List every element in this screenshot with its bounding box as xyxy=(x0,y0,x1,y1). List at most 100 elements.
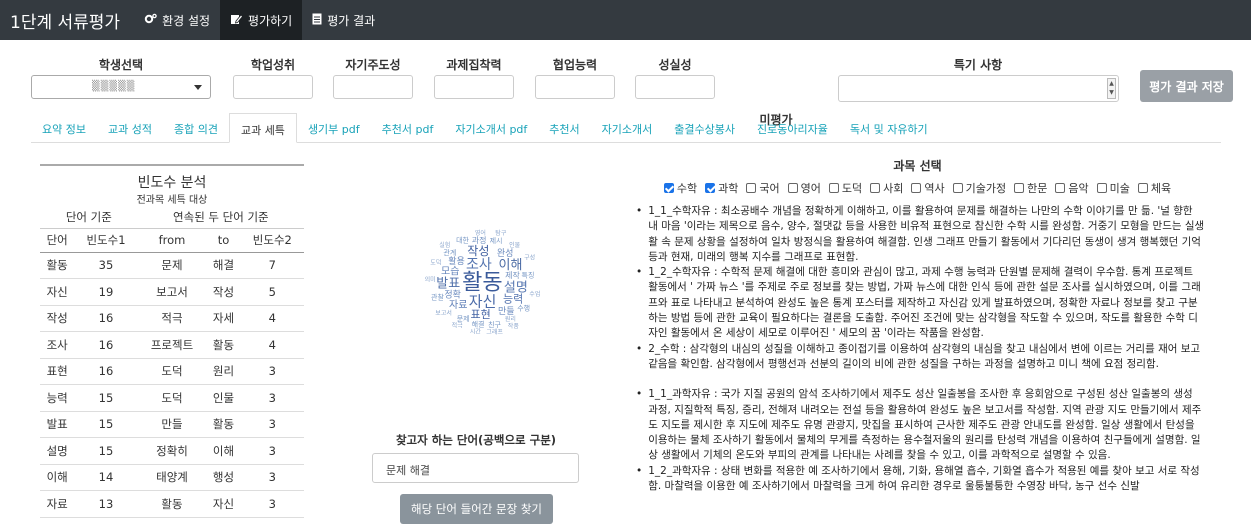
checkbox-icon[interactable] xyxy=(1096,183,1107,193)
bullet-icon: • xyxy=(636,464,643,477)
subject-checkbox[interactable]: 국어 xyxy=(746,180,780,196)
subject-checkbox[interactable]: 미술 xyxy=(1096,180,1130,196)
checkbox-icon[interactable] xyxy=(787,183,798,193)
checkbox-icon[interactable] xyxy=(1137,183,1148,193)
table-cell: 보고서 xyxy=(137,278,207,306)
checkbox-icon[interactable] xyxy=(828,183,839,193)
save-evaluation-button[interactable]: 평가 결과 저장 xyxy=(1140,70,1233,102)
frequency-title: 빈도수 분석 xyxy=(40,164,304,191)
gears-icon xyxy=(144,13,157,28)
tab-career-club[interactable]: 진로동아리자율 xyxy=(746,113,839,143)
nav-settings[interactable]: 환경 설정 xyxy=(134,0,220,40)
student-select[interactable]: ▒▒▒▒▒ xyxy=(31,75,211,99)
subject-checkbox[interactable]: 수학 xyxy=(663,180,698,196)
tab-record-pdf[interactable]: 생기부 pdf xyxy=(297,113,371,143)
nav-results[interactable]: 평가 결과 xyxy=(302,0,385,40)
cloud-word: 친구 xyxy=(488,320,501,329)
tab-reading[interactable]: 독서 및 자유하기 xyxy=(839,113,939,143)
special-notes-textarea[interactable]: ▲ ▼ xyxy=(838,75,1119,102)
table-row: 작성 16 적극 자세 4 xyxy=(40,305,304,332)
table-row: 활동 35 문제 해결 7 xyxy=(40,252,304,279)
table-cell: 작성 xyxy=(40,305,75,332)
app-title[interactable]: 1단계 서류평가 xyxy=(0,8,134,33)
self-directed-input[interactable] xyxy=(333,75,413,99)
list-item: • 1_2_수학자유 : 수학적 문제 해결에 대한 흥미와 관심이 많고, 과제… xyxy=(630,265,1205,341)
task-focus-input[interactable] xyxy=(434,75,514,99)
col-header: to xyxy=(206,228,241,253)
table-cell: 프로젝트 xyxy=(137,331,207,359)
table-cell: 작성 xyxy=(206,278,241,306)
tab-summary[interactable]: 요약 정보 xyxy=(31,113,97,143)
checkbox-icon[interactable] xyxy=(1014,183,1025,193)
checkbox-checked-icon[interactable] xyxy=(705,183,716,193)
checkbox-icon[interactable] xyxy=(746,183,757,193)
cloud-word: 보고서 xyxy=(435,309,452,317)
checkbox-icon[interactable] xyxy=(952,183,963,193)
subject-checkbox[interactable]: 체육 xyxy=(1137,180,1171,196)
tab-recommendation-pdf[interactable]: 추천서 pdf xyxy=(371,113,445,143)
cloud-word: 완성 xyxy=(497,248,514,259)
cloud-word: 조사 xyxy=(466,257,492,273)
table-cell: 3 xyxy=(240,437,304,465)
subject-checkbox[interactable]: 한문 xyxy=(1014,180,1047,196)
tab-attendance[interactable]: 출결수상봉사 xyxy=(663,113,746,143)
nav-evaluate[interactable]: 평가하기 xyxy=(220,0,303,40)
top-navbar: 1단계 서류평가 환경 설정 평가하기 평가 결과 xyxy=(0,0,1251,40)
subject-label: 역사 xyxy=(924,182,945,195)
chevron-down-icon xyxy=(194,85,202,90)
tab-grades[interactable]: 교과 성적 xyxy=(97,113,163,143)
detail-tabs: 요약 정보 교과 성적 종합 의견 교과 세특 생기부 pdf 추천서 pdf … xyxy=(31,113,1221,143)
table-cell: 도덕 xyxy=(137,358,207,385)
list-item: • 1_1_과학자유 : 국가 지질 공원의 암석 조사하기에서 제주도 성산 일… xyxy=(630,387,1205,463)
tab-recommendation[interactable]: 추천서 xyxy=(538,113,590,143)
sincerity-input[interactable] xyxy=(635,75,715,99)
subject-checkbox[interactable]: 사회 xyxy=(870,180,903,196)
tab-essay[interactable]: 자기소개서 xyxy=(591,113,664,143)
cloud-word: 시간 xyxy=(470,327,482,335)
table-cell: 활동 xyxy=(206,331,241,359)
word-search-input[interactable]: 문제 해결 xyxy=(372,453,579,483)
subject-label: 국어 xyxy=(759,182,780,195)
subject-checkbox[interactable]: 기술가정 xyxy=(952,180,1006,196)
cloud-word: 탐구 xyxy=(495,229,507,237)
checkbox-icon[interactable] xyxy=(870,183,881,193)
student-select-value: ▒▒▒▒▒ xyxy=(92,81,136,92)
subject-checkbox[interactable]: 영어 xyxy=(787,180,821,196)
table-cell: 원리 xyxy=(206,358,241,385)
subject-checkbox[interactable]: 과학 xyxy=(705,180,738,196)
subject-label: 미술 xyxy=(1109,182,1130,195)
cloud-word: 작성 xyxy=(467,244,489,258)
table-cell: 16 xyxy=(74,358,138,385)
cloud-word: 정확 xyxy=(444,289,461,301)
grade-input[interactable] xyxy=(233,75,313,99)
subject-label: 수학 xyxy=(676,182,698,195)
table-cell: 3 xyxy=(240,358,304,385)
table-cell: 정확히 xyxy=(137,437,207,465)
tab-subject-details[interactable]: 교과 세특 xyxy=(228,113,297,143)
table-cell: 활동 xyxy=(206,411,241,438)
cloud-word: 수업 xyxy=(529,290,540,298)
subject-label: 한문 xyxy=(1027,182,1048,195)
bullet-icon: • xyxy=(636,342,643,355)
tab-overall[interactable]: 종합 의견 xyxy=(163,113,229,143)
collaboration-input[interactable] xyxy=(535,75,615,99)
spinner-icon[interactable]: ▲ ▼ xyxy=(1107,78,1116,99)
tab-essay-pdf[interactable]: 자기소개서 pdf xyxy=(444,113,538,143)
file-icon xyxy=(312,13,322,28)
table-cell: 자신 xyxy=(40,278,75,306)
table-cell: 16 xyxy=(74,331,138,359)
subject-checkbox[interactable]: 역사 xyxy=(911,180,945,196)
cloud-word: 제시 xyxy=(490,237,503,245)
table-cell: 발표 xyxy=(40,411,75,438)
table-cell: 만들 xyxy=(137,411,207,438)
subject-checkbox[interactable]: 도덕 xyxy=(828,180,862,196)
subject-checkbox[interactable]: 음악 xyxy=(1055,180,1089,196)
checkbox-icon[interactable] xyxy=(911,183,922,193)
find-sentences-button[interactable]: 해당 단어 들어간 문장 찾기 xyxy=(400,494,553,524)
nav-results-label: 평가 결과 xyxy=(327,13,376,28)
checkbox-icon[interactable] xyxy=(1055,183,1066,193)
checkbox-checked-icon[interactable] xyxy=(663,183,674,193)
cloud-word: 특징 xyxy=(522,270,535,279)
table-cell: 7 xyxy=(240,252,304,279)
edit-icon xyxy=(230,13,244,28)
